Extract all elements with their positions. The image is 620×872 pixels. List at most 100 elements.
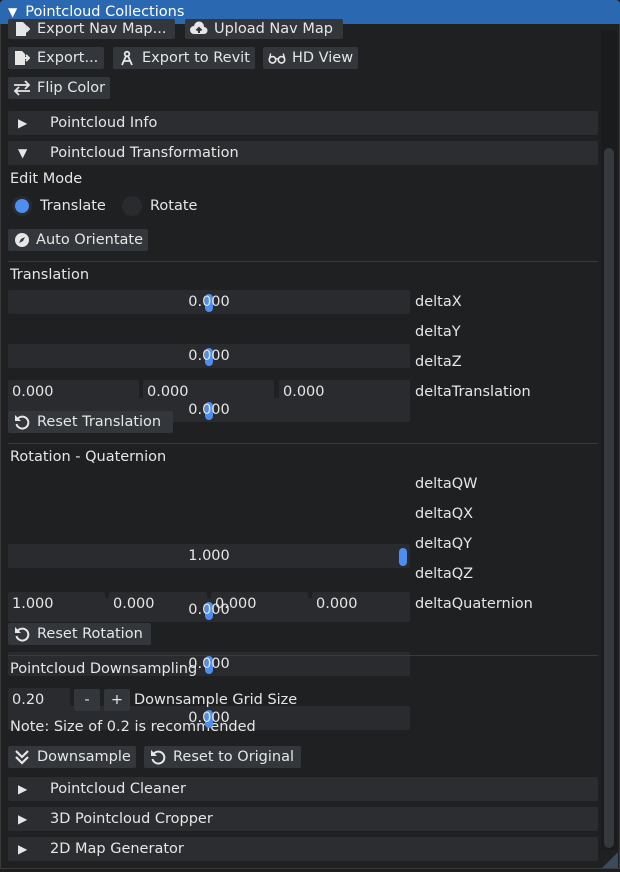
input-value: 0.000 (113, 596, 155, 612)
section-2d-map-generator[interactable]: ▶ 2D Map Generator (8, 837, 598, 861)
deltax-slider[interactable]: 0.000 (8, 290, 410, 314)
export-file-icon (13, 49, 31, 67)
translation-title: Translation (10, 267, 90, 283)
translate-label: Translate (40, 198, 106, 214)
deltaz-value: 0.000 (188, 402, 230, 418)
undo-icon (149, 748, 167, 766)
auto-orientate-button[interactable]: Auto Orientate (8, 229, 148, 251)
section-pointcloud-transformation[interactable]: ▼ Pointcloud Transformation (8, 141, 598, 165)
glasses-icon (268, 49, 286, 67)
scrollbar-thumb[interactable] (604, 148, 614, 848)
divider (8, 655, 598, 656)
rotate-label: Rotate (150, 198, 198, 214)
section-2d-map-generator-label: 2D Map Generator (50, 841, 184, 857)
hd-view-button[interactable]: HD View (263, 47, 358, 69)
reset-rotation-label: Reset Rotation (37, 626, 143, 642)
delta-quaternion-label: deltaQuaternion (415, 596, 533, 612)
window-title: Pointcloud Collections (25, 4, 185, 20)
translate-radio[interactable] (12, 196, 32, 216)
hd-view-label: HD View (292, 50, 354, 66)
deltaqz-value: 0.000 (188, 710, 230, 726)
radio-selected-dot (15, 199, 29, 213)
expand-triangle-icon: ▶ (18, 782, 28, 796)
upload-nav-map-button[interactable]: Upload Nav Map (185, 19, 343, 39)
deltaqx-label: deltaQX (415, 506, 474, 522)
export-nav-map-button[interactable]: Export Nav Map... (8, 19, 175, 39)
rotate-radio[interactable] (122, 196, 142, 216)
flip-color-label: Flip Color (37, 80, 106, 96)
deltaqx-value: 0.000 (188, 602, 230, 618)
deltay-slider[interactable]: 0.000 (8, 344, 410, 368)
flip-color-button[interactable]: Flip Color (8, 77, 110, 99)
minus-label: - (84, 692, 90, 708)
expand-triangle-icon: ▶ (18, 842, 28, 856)
downsample-grid-size-label: Downsample Grid Size (134, 692, 298, 708)
deltay-value: 0.000 (188, 348, 230, 364)
reset-translation-label: Reset Translation (37, 414, 162, 430)
revit-compass-icon (118, 49, 136, 67)
plus-label: + (110, 692, 124, 708)
section-pointcloud-cleaner-label: Pointcloud Cleaner (50, 781, 186, 797)
delta-translation-z-input[interactable]: 0.000 (279, 380, 410, 404)
chevrons-down-icon (13, 748, 31, 766)
deltaqz-label: deltaQZ (415, 566, 474, 582)
swap-arrows-icon (13, 79, 31, 97)
deltaqw-slider[interactable]: 1.000 (8, 544, 410, 568)
decrement-button[interactable]: - (74, 689, 100, 711)
export-label: Export... (37, 50, 99, 66)
delta-translation-label: deltaTranslation (415, 384, 531, 400)
input-value: 0.000 (283, 384, 325, 400)
delta-quaternion-z-input[interactable]: 0.000 (312, 592, 410, 616)
section-3d-pointcloud-cropper[interactable]: ▶ 3D Pointcloud Cropper (8, 807, 598, 831)
export-to-revit-button[interactable]: Export to Revit (113, 47, 255, 69)
expand-triangle-icon: ▶ (18, 812, 28, 826)
compass-icon (13, 231, 30, 249)
input-value: 0.000 (12, 384, 54, 400)
increment-button[interactable]: + (104, 689, 130, 711)
auto-orientate-label: Auto Orientate (36, 232, 143, 248)
deltax-value: 0.000 (188, 294, 230, 310)
deltaqy-label: deltaQY (415, 536, 472, 552)
section-pointcloud-cleaner[interactable]: ▶ Pointcloud Cleaner (8, 777, 598, 801)
deltax-label: deltaX (415, 294, 462, 310)
reset-to-original-label: Reset to Original (173, 749, 295, 765)
collapse-triangle-icon[interactable]: ▼ (8, 5, 17, 19)
section-pointcloud-info[interactable]: ▶ Pointcloud Info (8, 111, 598, 135)
upload-nav-map-label: Upload Nav Map (214, 21, 333, 37)
input-value: 1.000 (12, 596, 54, 612)
input-value: 0.20 (12, 692, 45, 708)
downsampling-title: Pointcloud Downsampling (10, 661, 198, 677)
rotation-title: Rotation - Quaternion (10, 449, 167, 465)
undo-icon (13, 413, 31, 431)
export-file-icon (13, 20, 31, 38)
undo-icon (13, 625, 31, 643)
resize-grip-icon[interactable] (598, 848, 618, 868)
divider (8, 443, 598, 444)
cloud-upload-icon (190, 20, 208, 38)
deltaqw-value: 1.000 (188, 548, 230, 564)
reset-to-original-button[interactable]: Reset to Original (144, 746, 301, 768)
export-button[interactable]: Export... (8, 47, 104, 69)
export-nav-map-label: Export Nav Map... (37, 21, 167, 37)
reset-rotation-button[interactable]: Reset Rotation (8, 623, 151, 645)
section-pointcloud-info-label: Pointcloud Info (50, 115, 158, 131)
deltaz-label: deltaZ (415, 354, 462, 370)
collapse-triangle-icon: ▼ (18, 146, 28, 160)
input-value: 0.000 (147, 384, 189, 400)
delta-translation-x-input[interactable]: 0.000 (8, 380, 139, 404)
downsample-button[interactable]: Downsample (8, 746, 136, 768)
delta-quaternion-w-input[interactable]: 1.000 (8, 592, 105, 616)
slider-grab[interactable] (399, 548, 407, 566)
section-pointcloud-transformation-label: Pointcloud Transformation (50, 145, 239, 161)
expand-triangle-icon: ▶ (18, 116, 28, 130)
deltay-label: deltaY (415, 324, 461, 340)
downsample-grid-size-input[interactable]: 0.20 (8, 688, 70, 712)
divider (8, 261, 598, 262)
delta-translation-y-input[interactable]: 0.000 (143, 380, 274, 404)
input-value: 0.000 (316, 596, 358, 612)
downsample-label: Downsample (37, 749, 131, 765)
edit-mode-label: Edit Mode (10, 171, 83, 187)
deltaqy-value: 0.000 (188, 656, 230, 672)
reset-translation-button[interactable]: Reset Translation (8, 411, 173, 433)
deltaqw-label: deltaQW (415, 476, 478, 492)
